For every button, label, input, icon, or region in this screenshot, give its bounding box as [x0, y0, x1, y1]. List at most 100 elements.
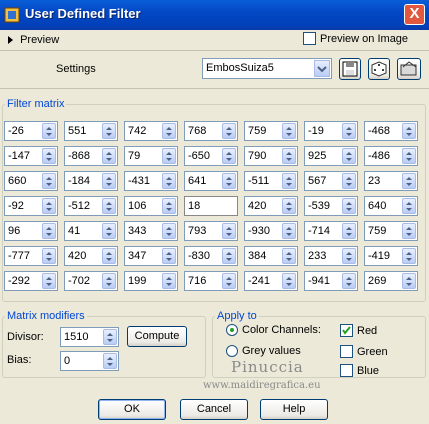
matrix-cell[interactable]: 233 — [304, 246, 358, 266]
bias-field[interactable]: 0 — [60, 351, 119, 371]
spinner-icon[interactable] — [342, 173, 356, 189]
spinner-icon[interactable] — [282, 248, 296, 264]
spinner-icon[interactable] — [102, 148, 116, 164]
spinner-icon[interactable] — [282, 123, 296, 139]
spinner-icon[interactable] — [222, 273, 236, 289]
matrix-cell[interactable]: -512 — [64, 196, 118, 216]
checkbox[interactable] — [340, 364, 353, 377]
matrix-cell[interactable]: -19 — [304, 121, 358, 141]
spinner-icon[interactable] — [162, 148, 176, 164]
compute-button[interactable]: Compute — [127, 326, 187, 347]
matrix-cell[interactable]: 660 — [4, 171, 58, 191]
spinner-icon[interactable] — [342, 248, 356, 264]
spinner-icon[interactable] — [342, 223, 356, 239]
spinner-icon[interactable] — [222, 123, 236, 139]
matrix-cell[interactable]: 384 — [244, 246, 298, 266]
spinner-icon[interactable] — [222, 173, 236, 189]
matrix-cell[interactable]: -714 — [304, 221, 358, 241]
spinner-icon[interactable] — [282, 148, 296, 164]
matrix-cell[interactable]: -431 — [124, 171, 178, 191]
spinner-icon[interactable] — [282, 198, 296, 214]
matrix-cell[interactable]: 420 — [64, 246, 118, 266]
spinner-icon[interactable] — [282, 173, 296, 189]
red-checkbox[interactable]: Red — [340, 324, 377, 337]
spinner-icon[interactable] — [342, 273, 356, 289]
cancel-button[interactable]: Cancel — [180, 399, 248, 420]
spinner-icon[interactable] — [42, 173, 56, 189]
spinner-icon[interactable] — [102, 223, 116, 239]
spinner-icon[interactable] — [402, 198, 416, 214]
matrix-cell[interactable]: 18 — [184, 196, 238, 216]
checkbox[interactable] — [340, 345, 353, 358]
spinner-icon[interactable] — [42, 123, 56, 139]
color-channels-radio[interactable]: Color Channels: — [226, 324, 321, 336]
spinner-icon[interactable] — [162, 273, 176, 289]
matrix-cell[interactable]: -241 — [244, 271, 298, 291]
preset-manager-button[interactable] — [397, 58, 421, 80]
spinner-icon[interactable] — [102, 198, 116, 214]
spinner-icon[interactable] — [103, 353, 117, 369]
close-button[interactable]: X — [404, 4, 425, 25]
matrix-cell[interactable]: 106 — [124, 196, 178, 216]
matrix-cell[interactable]: 742 — [124, 121, 178, 141]
spinner-icon[interactable] — [42, 248, 56, 264]
ok-button[interactable]: OK — [98, 399, 166, 420]
matrix-cell[interactable]: -539 — [304, 196, 358, 216]
matrix-cell[interactable]: 23 — [364, 171, 418, 191]
matrix-cell[interactable]: 551 — [64, 121, 118, 141]
matrix-cell[interactable]: 790 — [244, 146, 298, 166]
radio-icon[interactable] — [226, 324, 238, 336]
spinner-icon[interactable] — [402, 248, 416, 264]
matrix-cell[interactable]: -511 — [244, 171, 298, 191]
matrix-cell[interactable]: -941 — [304, 271, 358, 291]
checkbox[interactable] — [303, 32, 316, 45]
spinner-icon[interactable] — [342, 148, 356, 164]
spinner-icon[interactable] — [222, 148, 236, 164]
spinner-icon[interactable] — [102, 173, 116, 189]
spinner-icon[interactable] — [102, 273, 116, 289]
spinner-icon[interactable] — [42, 198, 56, 214]
settings-dropdown[interactable]: EmbosSuiza5 — [202, 58, 332, 79]
green-checkbox[interactable]: Green — [340, 345, 388, 358]
spinner-icon[interactable] — [222, 248, 236, 264]
matrix-cell[interactable]: 343 — [124, 221, 178, 241]
spinner-icon[interactable] — [102, 123, 116, 139]
spinner-icon[interactable] — [102, 248, 116, 264]
random-preset-button[interactable] — [368, 58, 390, 80]
matrix-cell[interactable]: -930 — [244, 221, 298, 241]
spinner-icon[interactable] — [162, 248, 176, 264]
matrix-cell[interactable]: -650 — [184, 146, 238, 166]
matrix-cell[interactable]: 759 — [244, 121, 298, 141]
spinner-icon[interactable] — [103, 329, 117, 345]
spinner-icon[interactable] — [402, 148, 416, 164]
matrix-cell[interactable]: -777 — [4, 246, 58, 266]
matrix-cell[interactable]: 96 — [4, 221, 58, 241]
matrix-cell[interactable]: 925 — [304, 146, 358, 166]
matrix-cell[interactable]: -419 — [364, 246, 418, 266]
spinner-icon[interactable] — [162, 198, 176, 214]
blue-checkbox[interactable]: Blue — [340, 364, 379, 377]
save-preset-button[interactable] — [339, 58, 361, 80]
check-icon[interactable] — [340, 324, 353, 337]
matrix-cell[interactable]: -26 — [4, 121, 58, 141]
radio-icon[interactable] — [226, 345, 238, 357]
matrix-cell[interactable]: 420 — [244, 196, 298, 216]
matrix-cell[interactable]: -486 — [364, 146, 418, 166]
matrix-cell[interactable]: 41 — [64, 221, 118, 241]
spinner-icon[interactable] — [402, 123, 416, 139]
matrix-cell[interactable]: 716 — [184, 271, 238, 291]
matrix-cell[interactable]: -830 — [184, 246, 238, 266]
matrix-cell[interactable]: 269 — [364, 271, 418, 291]
spinner-icon[interactable] — [42, 148, 56, 164]
matrix-cell[interactable]: 640 — [364, 196, 418, 216]
matrix-cell[interactable]: -92 — [4, 196, 58, 216]
spinner-icon[interactable] — [162, 223, 176, 239]
matrix-cell[interactable]: -702 — [64, 271, 118, 291]
divisor-field[interactable]: 1510 — [60, 327, 119, 347]
spinner-icon[interactable] — [42, 223, 56, 239]
matrix-cell[interactable]: 768 — [184, 121, 238, 141]
spinner-icon[interactable] — [342, 198, 356, 214]
matrix-cell[interactable]: -147 — [4, 146, 58, 166]
matrix-cell[interactable]: -468 — [364, 121, 418, 141]
matrix-cell[interactable]: -184 — [64, 171, 118, 191]
